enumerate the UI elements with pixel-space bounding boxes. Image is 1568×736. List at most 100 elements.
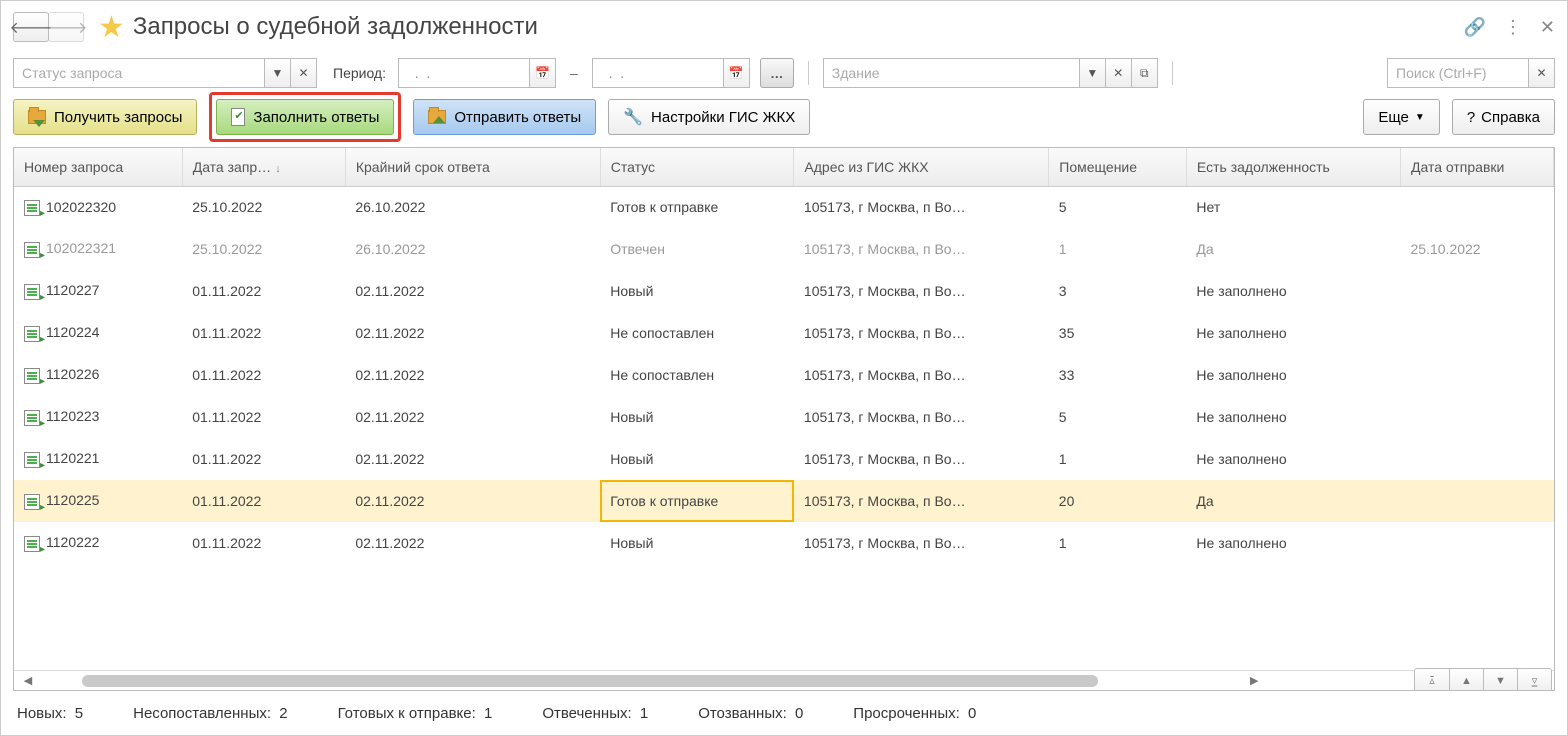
building-filter-input[interactable] <box>824 59 1079 87</box>
cell-addr[interactable]: 105173, г Москва, п Во… <box>794 480 1049 522</box>
cell-send[interactable] <box>1401 396 1554 438</box>
building-filter[interactable]: ▼ ✕ ⧉ <box>823 58 1158 88</box>
cell-date[interactable]: 25.10.2022 <box>182 228 345 270</box>
col-deadline[interactable]: Крайний срок ответа <box>345 148 600 186</box>
building-filter-dropdown-icon[interactable]: ▼ <box>1079 59 1105 87</box>
cell-room[interactable]: 1 <box>1049 228 1187 270</box>
nav-forward-button[interactable]: 🡒 <box>48 12 84 42</box>
cell-room[interactable]: 1 <box>1049 438 1187 480</box>
hscroll-left-icon[interactable]: ◀ <box>18 674 38 687</box>
cell-date[interactable]: 01.11.2022 <box>182 522 345 564</box>
help-button[interactable]: ? Справка <box>1452 99 1555 135</box>
col-request-date[interactable]: Дата запр…↓ <box>182 148 345 186</box>
cell-send[interactable] <box>1401 438 1554 480</box>
cell-debt[interactable]: Не заполнено <box>1186 396 1400 438</box>
hscroll-thumb[interactable] <box>82 675 1098 687</box>
cell-send[interactable]: 25.10.2022 <box>1401 228 1554 270</box>
cell-dead[interactable]: 02.11.2022 <box>345 438 600 480</box>
date-from-calendar-icon[interactable]: 📅 <box>529 59 555 87</box>
table-row[interactable]: 10202232025.10.202226.10.2022Готов к отп… <box>14 186 1554 228</box>
cell-num[interactable]: 102022320 <box>14 186 182 228</box>
date-from-input[interactable] <box>399 59 529 87</box>
cell-room[interactable]: 5 <box>1049 396 1187 438</box>
cell-date[interactable]: 01.11.2022 <box>182 438 345 480</box>
cell-date[interactable]: 01.11.2022 <box>182 312 345 354</box>
cell-addr[interactable]: 105173, г Москва, п Во… <box>794 312 1049 354</box>
date-to-input[interactable] <box>593 59 723 87</box>
cell-stat[interactable]: Не сопоставлен <box>600 312 794 354</box>
cell-dead[interactable]: 02.11.2022 <box>345 522 600 564</box>
search-clear-icon[interactable]: ✕ <box>1528 59 1554 87</box>
table-row[interactable]: 112022501.11.202202.11.2022Готов к отпра… <box>14 480 1554 522</box>
cell-send[interactable] <box>1401 270 1554 312</box>
table-row[interactable]: 112022601.11.202202.11.2022Не сопоставле… <box>14 354 1554 396</box>
send-answers-button[interactable]: Отправить ответы <box>413 99 596 135</box>
settings-button[interactable]: 🔧 Настройки ГИС ЖКХ <box>608 99 810 135</box>
cell-stat[interactable]: Новый <box>600 438 794 480</box>
cell-num[interactable]: 1120224 <box>14 312 182 354</box>
table-row[interactable]: 10202232125.10.202226.10.2022Отвечен1051… <box>14 228 1554 270</box>
table-row[interactable]: 112022401.11.202202.11.2022Не сопоставле… <box>14 312 1554 354</box>
cell-send[interactable] <box>1401 186 1554 228</box>
cell-dead[interactable]: 02.11.2022 <box>345 354 600 396</box>
nav-last-button[interactable]: ▿̲ <box>1517 669 1551 692</box>
cell-dead[interactable]: 02.11.2022 <box>345 270 600 312</box>
col-debt[interactable]: Есть задолженность <box>1186 148 1400 186</box>
cell-send[interactable] <box>1401 480 1554 522</box>
cell-dead[interactable]: 02.11.2022 <box>345 312 600 354</box>
more-button[interactable]: Еще ▼ <box>1363 99 1439 135</box>
cell-debt[interactable]: Да <box>1186 228 1400 270</box>
link-icon[interactable]: 🔗 <box>1463 17 1485 38</box>
cell-date[interactable]: 01.11.2022 <box>182 354 345 396</box>
cell-dead[interactable]: 02.11.2022 <box>345 396 600 438</box>
cell-num[interactable]: 1120222 <box>14 522 182 564</box>
cell-room[interactable]: 20 <box>1049 480 1187 522</box>
cell-send[interactable] <box>1401 312 1554 354</box>
cell-addr[interactable]: 105173, г Москва, п Во… <box>794 228 1049 270</box>
col-room[interactable]: Помещение <box>1049 148 1187 186</box>
col-status[interactable]: Статус <box>600 148 794 186</box>
col-send-date[interactable]: Дата отправки <box>1401 148 1554 186</box>
nav-first-button[interactable]: ▵̄ <box>1415 669 1449 692</box>
hscroll-right-icon[interactable]: ▶ <box>1244 674 1264 687</box>
cell-dead[interactable]: 26.10.2022 <box>345 186 600 228</box>
cell-room[interactable]: 1 <box>1049 522 1187 564</box>
close-icon[interactable]: ✕ <box>1540 17 1555 38</box>
cell-dead[interactable]: 26.10.2022 <box>345 228 600 270</box>
nav-up-button[interactable]: ▲ <box>1449 669 1483 692</box>
cell-stat[interactable]: Новый <box>600 396 794 438</box>
cell-stat[interactable]: Готов к отправке <box>600 186 794 228</box>
table-row[interactable]: 112022301.11.202202.11.2022Новый105173, … <box>14 396 1554 438</box>
status-filter-input[interactable] <box>14 59 264 87</box>
cell-room[interactable]: 5 <box>1049 186 1187 228</box>
date-to-calendar-icon[interactable]: 📅 <box>723 59 749 87</box>
get-requests-button[interactable]: Получить запросы <box>13 99 197 135</box>
horizontal-scrollbar[interactable]: ◀ ▶ ▵̄ ▲ ▼ ▿̲ <box>14 670 1554 690</box>
kebab-menu-icon[interactable]: ⋮ <box>1504 17 1522 38</box>
cell-addr[interactable]: 105173, г Москва, п Во… <box>794 354 1049 396</box>
date-to-field[interactable]: 📅 <box>592 58 750 88</box>
cell-addr[interactable]: 105173, г Москва, п Во… <box>794 270 1049 312</box>
cell-debt[interactable]: Не заполнено <box>1186 312 1400 354</box>
search-box[interactable]: ✕ <box>1387 58 1555 88</box>
cell-send[interactable] <box>1401 354 1554 396</box>
cell-debt[interactable]: Не заполнено <box>1186 354 1400 396</box>
cell-debt[interactable]: Не заполнено <box>1186 522 1400 564</box>
table-row[interactable]: 112022201.11.202202.11.2022Новый105173, … <box>14 522 1554 564</box>
cell-debt[interactable]: Да <box>1186 480 1400 522</box>
cell-num[interactable]: 1120221 <box>14 438 182 480</box>
date-from-field[interactable]: 📅 <box>398 58 556 88</box>
table-row[interactable]: 112022701.11.202202.11.2022Новый105173, … <box>14 270 1554 312</box>
favorite-star-icon[interactable]: ★ <box>98 10 125 45</box>
table-row[interactable]: 112022101.11.202202.11.2022Новый105173, … <box>14 438 1554 480</box>
cell-num[interactable]: 1120225 <box>14 480 182 522</box>
cell-debt[interactable]: Не заполнено <box>1186 270 1400 312</box>
cell-stat[interactable]: Новый <box>600 522 794 564</box>
nav-down-button[interactable]: ▼ <box>1483 669 1517 692</box>
cell-debt[interactable]: Не заполнено <box>1186 438 1400 480</box>
requests-table[interactable]: Номер запроса Дата запр…↓ Крайний срок о… <box>14 148 1554 564</box>
status-filter[interactable]: ▼ ✕ <box>13 58 317 88</box>
cell-stat[interactable]: Готов к отправке <box>600 480 794 522</box>
fill-answers-button[interactable]: Заполнить ответы <box>216 99 394 135</box>
cell-addr[interactable]: 105173, г Москва, п Во… <box>794 186 1049 228</box>
